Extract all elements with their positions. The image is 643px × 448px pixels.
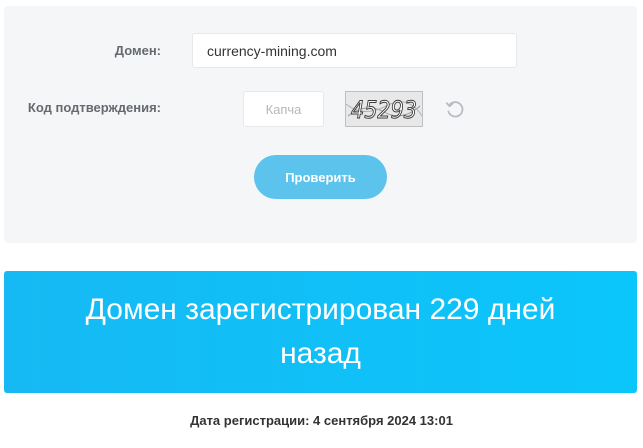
captcha-input[interactable]	[243, 91, 324, 127]
captcha-image: 45293	[345, 91, 423, 127]
domain-label: Домен:	[114, 43, 161, 58]
registration-date: Дата регистрации: 4 сентября 2024 13:01	[190, 413, 453, 428]
result-banner: Домен зарегистрирован 229 дней назад	[4, 271, 637, 393]
check-button[interactable]: Проверить	[254, 155, 387, 199]
verification-code-label: Код подтверждения:	[27, 100, 161, 115]
domain-age-message: Домен зарегистрирован 229 дней назад	[85, 293, 556, 370]
domain-check-form: Домен: Код подтверждения: 45293 Проверит…	[4, 6, 637, 243]
domain-input[interactable]	[192, 33, 517, 68]
refresh-icon[interactable]	[444, 98, 466, 120]
captcha-code: 45293	[351, 96, 417, 124]
